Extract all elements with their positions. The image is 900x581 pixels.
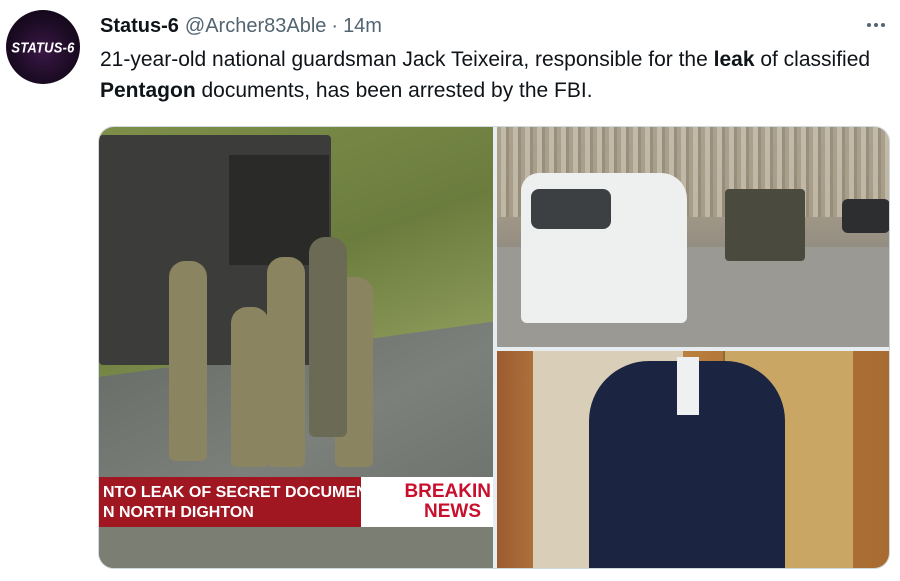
van-window	[531, 189, 611, 229]
tweet-text-part: 21-year-old national guardsman Jack Teix…	[100, 48, 714, 71]
tweet-text-part: of classified	[754, 48, 871, 71]
breaking-label: BREAKIN	[404, 481, 491, 502]
news-ticker: NTO LEAK OF SECRET DOCUMENTS N NORTH DIG…	[99, 477, 493, 527]
photo-uniform-selfie[interactable]	[497, 351, 889, 568]
agent-figure	[231, 307, 269, 467]
display-name[interactable]: Status-6	[100, 15, 179, 38]
suv	[842, 199, 889, 233]
footage-bottom	[99, 527, 493, 568]
tweet-text-bold: Pentagon	[100, 79, 196, 102]
separator-dot: ·	[331, 14, 339, 37]
more-options-icon[interactable]	[861, 12, 891, 38]
tweet-text-part: documents, has been arrested by the FBI.	[195, 79, 593, 102]
photo-van-scene[interactable]	[497, 127, 889, 347]
ticker-line: N NORTH DIGHTON	[103, 504, 254, 521]
timestamp[interactable]: 14m	[343, 15, 382, 38]
avatar-text: STATUS-6	[11, 38, 75, 56]
breaking-news-badge: BREAKIN NEWS	[361, 477, 493, 527]
tweet-text: 21-year-old national guardsman Jack Teix…	[100, 44, 890, 106]
armored-vehicle	[725, 189, 805, 261]
photo-arrest-aerial[interactable]: NTO LEAK OF SECRET DOCUMENTS N NORTH DIG…	[99, 127, 493, 568]
ticker-headline: NTO LEAK OF SECRET DOCUMENTS N NORTH DIG…	[99, 477, 361, 527]
user-handle[interactable]: @Archer83Able	[185, 15, 326, 38]
news-label: NEWS	[424, 501, 481, 522]
white-shirt	[677, 357, 699, 415]
agent-figure	[309, 237, 347, 437]
media-grid: NTO LEAK OF SECRET DOCUMENTS N NORTH DIG…	[98, 126, 890, 569]
dot	[867, 23, 871, 27]
dot	[874, 23, 878, 27]
agent-figure	[169, 261, 207, 461]
dot	[881, 23, 885, 27]
tweet-header: Status-6 @Archer83Able · 14m	[100, 12, 382, 40]
white-van	[521, 173, 687, 323]
avatar[interactable]: STATUS-6	[6, 10, 80, 84]
ticker-line: NTO LEAK OF SECRET DOCUMENTS	[103, 484, 361, 501]
agent-figure	[267, 257, 305, 467]
tweet-text-bold: leak	[713, 48, 755, 71]
